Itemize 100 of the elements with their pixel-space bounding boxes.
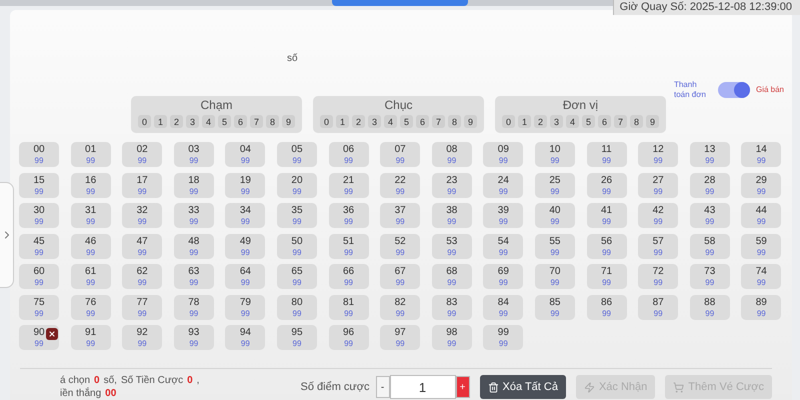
number-cell[interactable]: 46 99 (70, 234, 111, 258)
digit-button[interactable]: 3 (550, 115, 564, 128)
number-cell[interactable]: 37 99 (380, 203, 420, 228)
number-cell[interactable]: 77 99 (122, 294, 162, 320)
number-cell[interactable]: 71 99 (586, 264, 627, 289)
digit-button[interactable]: 5 (582, 115, 596, 128)
number-cell[interactable]: 22 99 (380, 172, 420, 198)
number-cell[interactable]: 61 99 (70, 264, 111, 289)
number-cell[interactable]: 35 99 (276, 203, 317, 228)
number-cell[interactable]: 99 99 (483, 325, 524, 350)
number-cell[interactable]: 57 99 (638, 234, 678, 258)
digit-button[interactable]: 6 (598, 115, 612, 128)
number-cell[interactable]: 41 99 (586, 203, 627, 228)
number-cell[interactable]: 56 99 (586, 234, 627, 258)
digit-button[interactable]: 8 (630, 115, 644, 128)
digit-button[interactable]: 4 (384, 115, 398, 128)
number-cell[interactable]: 96 99 (328, 325, 369, 350)
digit-button[interactable]: 0 (138, 115, 152, 128)
number-cell[interactable]: 90 99 (19, 325, 59, 350)
number-cell[interactable]: 04 99 (225, 142, 266, 167)
digit-button[interactable]: 2 (352, 115, 366, 128)
toggle-switch[interactable] (718, 82, 750, 98)
digit-button[interactable]: 1 (154, 115, 168, 128)
number-cell[interactable]: 65 99 (276, 264, 317, 289)
digit-button[interactable]: 6 (416, 115, 430, 128)
digit-button[interactable]: 8 (266, 115, 280, 128)
number-cell[interactable]: 25 99 (534, 172, 575, 198)
number-cell[interactable]: 05 99 (276, 142, 317, 167)
number-cell[interactable]: 07 99 (380, 142, 420, 167)
number-cell[interactable]: 59 99 (741, 234, 782, 258)
number-cell[interactable]: 48 99 (174, 234, 214, 258)
number-cell[interactable]: 75 99 (19, 294, 59, 320)
digit-button[interactable]: 4 (202, 115, 216, 128)
number-cell[interactable]: 85 99 (534, 294, 575, 320)
number-cell[interactable]: 26 99 (586, 172, 627, 198)
number-cell[interactable]: 43 99 (690, 203, 730, 228)
digit-button[interactable]: 6 (234, 115, 248, 128)
number-cell[interactable]: 95 99 (276, 325, 317, 350)
clear-button[interactable]: Xóa Tất Cả (480, 375, 566, 399)
number-cell[interactable]: 92 99 (122, 325, 162, 350)
number-cell[interactable]: 76 99 (70, 294, 111, 320)
number-cell[interactable]: 68 99 (432, 264, 472, 289)
digit-button[interactable]: 4 (566, 115, 580, 128)
number-cell[interactable]: 36 99 (328, 203, 369, 228)
number-cell[interactable]: 23 99 (432, 172, 472, 198)
number-cell[interactable]: 15 99 (19, 172, 59, 198)
number-cell[interactable]: 63 99 (174, 264, 214, 289)
digit-button[interactable]: 9 (646, 115, 660, 128)
number-cell[interactable]: 33 99 (174, 203, 214, 228)
number-cell[interactable]: 73 99 (690, 264, 730, 289)
number-cell[interactable]: 30 99 (19, 203, 59, 228)
number-cell[interactable]: 28 99 (690, 172, 730, 198)
number-cell[interactable]: 81 99 (328, 294, 369, 320)
number-cell[interactable]: 60 99 (19, 264, 59, 289)
number-cell[interactable]: 40 99 (534, 203, 575, 228)
digit-button[interactable]: 9 (464, 115, 478, 128)
number-cell[interactable]: 02 99 (122, 142, 162, 167)
number-cell[interactable]: 19 99 (225, 172, 266, 198)
number-cell[interactable]: 34 99 (225, 203, 266, 228)
number-cell[interactable]: 17 99 (122, 172, 162, 198)
number-cell[interactable]: 00 99 (19, 142, 59, 167)
number-cell[interactable]: 42 99 (638, 203, 678, 228)
number-cell[interactable]: 01 99 (70, 142, 111, 167)
digit-button[interactable]: 8 (448, 115, 462, 128)
digit-button[interactable]: 7 (250, 115, 264, 128)
number-cell[interactable]: 88 99 (690, 294, 730, 320)
close-icon[interactable] (46, 328, 58, 340)
number-cell[interactable]: 29 99 (741, 172, 782, 198)
digit-button[interactable]: 3 (368, 115, 382, 128)
number-cell[interactable]: 82 99 (380, 294, 420, 320)
number-cell[interactable]: 66 99 (328, 264, 369, 289)
number-cell[interactable]: 78 99 (174, 294, 214, 320)
number-cell[interactable]: 79 99 (225, 294, 266, 320)
number-cell[interactable]: 84 99 (483, 294, 524, 320)
number-cell[interactable]: 54 99 (483, 234, 524, 258)
number-cell[interactable]: 55 99 (534, 234, 575, 258)
number-cell[interactable]: 09 99 (483, 142, 524, 167)
number-cell[interactable]: 11 99 (586, 142, 627, 167)
digit-button[interactable]: 3 (186, 115, 200, 128)
number-cell[interactable]: 31 99 (70, 203, 111, 228)
number-cell[interactable]: 53 99 (432, 234, 472, 258)
number-cell[interactable]: 64 99 (225, 264, 266, 289)
number-cell[interactable]: 50 99 (276, 234, 317, 258)
bet-input[interactable]: 1 (390, 375, 456, 399)
number-cell[interactable]: 52 99 (380, 234, 420, 258)
number-cell[interactable]: 69 99 (483, 264, 524, 289)
number-cell[interactable]: 06 99 (328, 142, 369, 167)
number-cell[interactable]: 58 99 (690, 234, 730, 258)
number-cell[interactable]: 18 99 (174, 172, 214, 198)
decrement-button[interactable]: - (376, 376, 390, 398)
digit-button[interactable]: 2 (534, 115, 548, 128)
number-cell[interactable]: 70 99 (534, 264, 575, 289)
digit-button[interactable]: 1 (518, 115, 532, 128)
number-cell[interactable]: 67 99 (380, 264, 420, 289)
number-cell[interactable]: 03 99 (174, 142, 214, 167)
number-cell[interactable]: 49 99 (225, 234, 266, 258)
number-cell[interactable]: 44 99 (741, 203, 782, 228)
number-cell[interactable]: 47 99 (122, 234, 162, 258)
number-cell[interactable]: 38 99 (432, 203, 472, 228)
number-cell[interactable]: 72 99 (638, 264, 678, 289)
